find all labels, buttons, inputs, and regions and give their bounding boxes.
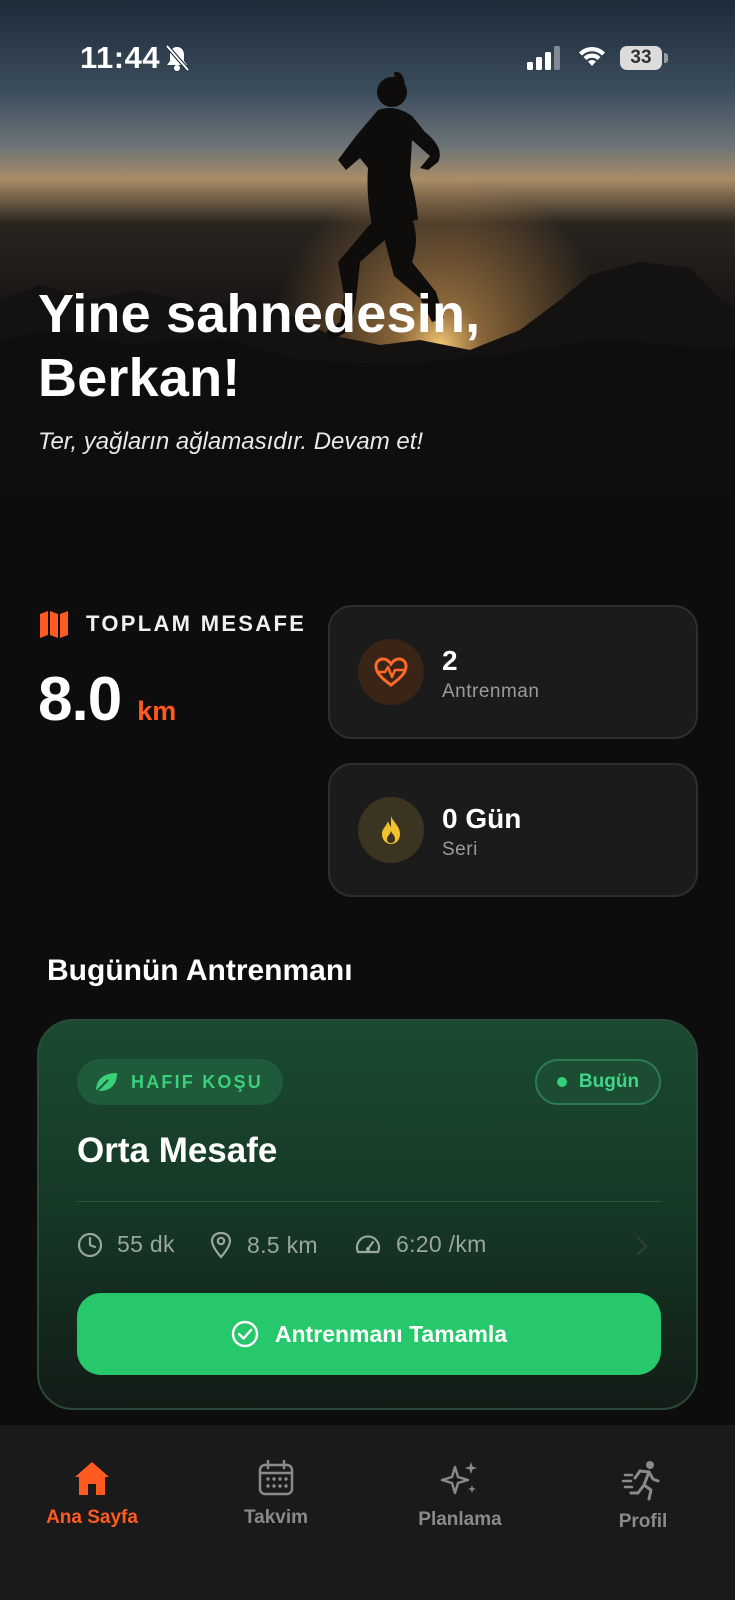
battery-level: 33 [630, 47, 652, 68]
workout-title: Orta Mesafe [77, 1131, 278, 1170]
greeting-title: Yine sahnedesin, Berkan! [38, 284, 481, 408]
leaf-icon [95, 1073, 117, 1093]
speedometer-icon [355, 1234, 381, 1253]
complete-workout-label: Antrenmanı Tamamla [274, 1320, 508, 1347]
workout-type-tag: HAFIF KOŞU [77, 1059, 283, 1105]
home-icon [75, 1462, 109, 1495]
tab-planning-label: Planlama [418, 1509, 502, 1530]
workouts-label: Antrenman [442, 681, 540, 702]
location-pin-icon [210, 1231, 232, 1259]
status-time: 11:44 [80, 40, 161, 75]
status-bar: 11:44 33 [0, 0, 735, 120]
calendar-icon [258, 1459, 294, 1496]
wifi-icon [579, 46, 605, 66]
today-dot [556, 1077, 567, 1087]
streak-stat-card[interactable]: 0 Gün Seri [328, 763, 698, 897]
workout-type-label: HAFIF KOŞU [131, 1071, 263, 1092]
map-icon [40, 611, 68, 638]
chevron-right-icon[interactable] [635, 1235, 649, 1257]
tab-profile[interactable]: Profil [551, 1459, 735, 1533]
tab-profile-label: Profil [618, 1511, 668, 1532]
streak-label: Seri [442, 839, 478, 860]
complete-workout-button[interactable]: Antrenmanı Tamamla [77, 1293, 661, 1375]
total-distance-header: TOPLAM MESAFE [38, 608, 306, 640]
workouts-stat-card[interactable]: 2 Antrenman [328, 605, 698, 739]
flame-icon [382, 816, 400, 844]
battery-cap [664, 53, 668, 63]
workouts-count: 2 [442, 645, 458, 676]
sparkles-icon [440, 1462, 477, 1495]
divider [77, 1201, 661, 1202]
today-badge-label: Bugün [578, 1071, 640, 1092]
heart-pulse-icon [374, 657, 408, 687]
today-badge: Bugün [535, 1059, 661, 1105]
workout-distance: 8.5 km [209, 1231, 318, 1259]
today-workout-card[interactable]: HAFIF KOŞU Bugün Orta Mesafe 55 dk 8.5 k… [37, 1019, 698, 1410]
workout-pace: 6:20 /km [354, 1231, 487, 1258]
battery-indicator: 33 [620, 46, 662, 70]
bell-slash-icon [165, 44, 190, 72]
tab-planning[interactable]: Planlama [368, 1459, 552, 1531]
workout-pace-value: 6:20 /km [396, 1231, 487, 1257]
total-distance-value: 8.0 [38, 665, 122, 734]
check-circle-icon [231, 1320, 259, 1348]
today-workout-section-title: Bugünün Antrenmanı [47, 954, 353, 987]
clock-icon [77, 1232, 103, 1257]
tab-calendar[interactable]: Takvim [184, 1459, 368, 1529]
total-distance-label: TOPLAM MESAFE [86, 611, 307, 636]
motivation-quote: Ter, yağların ağlamasıdır. Devam et! [38, 428, 424, 455]
tab-home[interactable]: Ana Sayfa [0, 1459, 184, 1529]
bottom-tab-bar: Ana Sayfa Takvim Planlama Profil [0, 1425, 735, 1600]
streak-value: 0 Gün [442, 803, 522, 834]
heart-pulse-icon-wrap [358, 639, 424, 705]
total-distance-unit: km [137, 696, 177, 726]
flame-icon-wrap [358, 797, 424, 863]
tab-home-label: Ana Sayfa [46, 1507, 138, 1528]
workout-distance-value: 8.5 km [247, 1231, 318, 1258]
workout-duration-value: 55 dk [117, 1231, 175, 1257]
total-distance: 8.0 km [38, 664, 176, 735]
workout-duration: 55 dk [77, 1231, 175, 1258]
runner-icon [622, 1461, 660, 1501]
cellular-signal-icon [527, 46, 560, 70]
tab-calendar-label: Takvim [243, 1507, 309, 1528]
